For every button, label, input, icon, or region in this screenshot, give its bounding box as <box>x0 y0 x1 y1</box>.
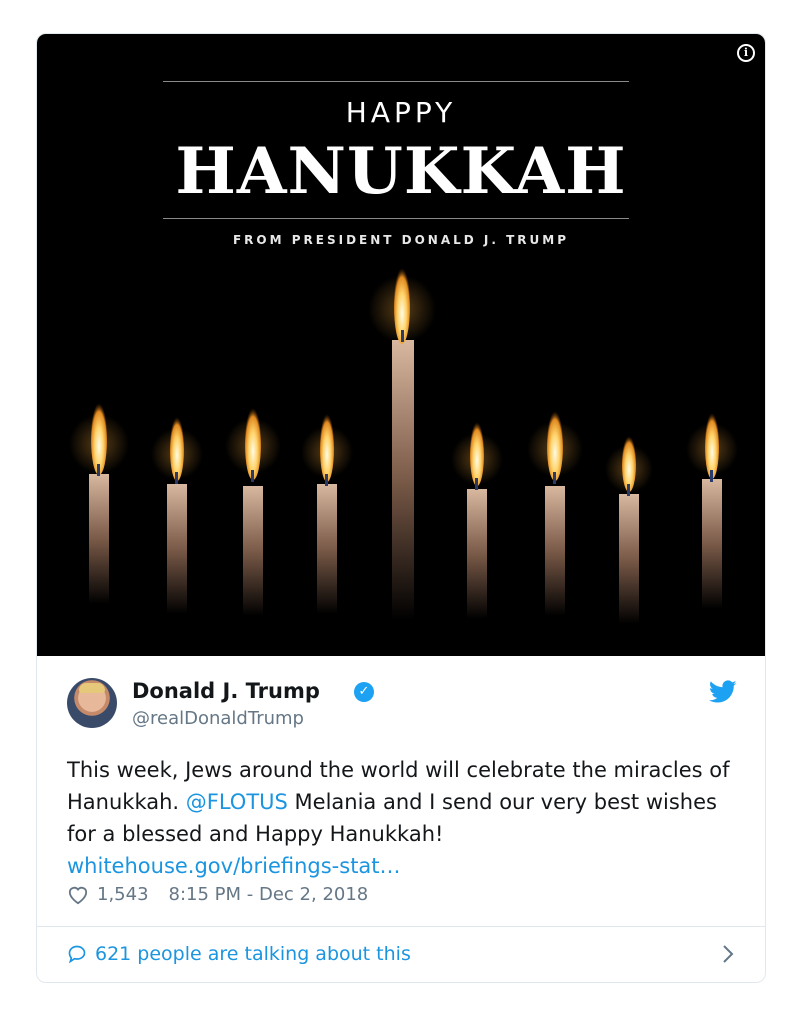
candle <box>605 436 653 624</box>
candle <box>69 403 129 604</box>
mention-link[interactable]: @FLOTUS <box>186 790 288 814</box>
divider <box>37 926 765 927</box>
timestamp[interactable]: 8:15 PM - Dec 2, 2018 <box>169 884 369 905</box>
conversation-link[interactable]: 621 people are talking about this <box>67 940 735 968</box>
candle <box>151 417 203 614</box>
candle <box>301 414 353 614</box>
chevron-right-icon[interactable] <box>721 944 735 964</box>
tweet-image[interactable]: i HAPPY HANUKKAH FROM PRESIDENT DONALD J… <box>37 34 765 656</box>
speech-bubble-icon <box>68 945 86 964</box>
tweet-text: This week, Jews around the world will ce… <box>67 754 747 882</box>
shamash-candle <box>368 268 436 620</box>
tweet-card: i HAPPY HANUKKAH FROM PRESIDENT DONALD J… <box>36 33 766 983</box>
url-link[interactable]: whitehouse.gov/briefings-stat… <box>67 854 401 878</box>
conversation-count-text[interactable]: 621 people are talking about this <box>95 943 411 965</box>
avatar[interactable] <box>67 678 117 728</box>
candle <box>686 413 738 609</box>
candle <box>225 408 281 616</box>
twitter-bird-icon[interactable] <box>709 680 737 704</box>
verified-badge-icon: ✓ <box>354 682 374 702</box>
author-handle[interactable]: @realDonaldTrump <box>132 708 304 729</box>
tweet-meta: 1,543 8:15 PM - Dec 2, 2018 <box>67 884 368 905</box>
candle <box>527 411 583 616</box>
author-name[interactable]: Donald J. Trump <box>132 679 320 703</box>
like-count[interactable]: 1,543 <box>97 884 149 905</box>
heart-icon[interactable] <box>67 885 89 905</box>
candle <box>451 422 503 619</box>
candles-illustration <box>69 268 738 624</box>
